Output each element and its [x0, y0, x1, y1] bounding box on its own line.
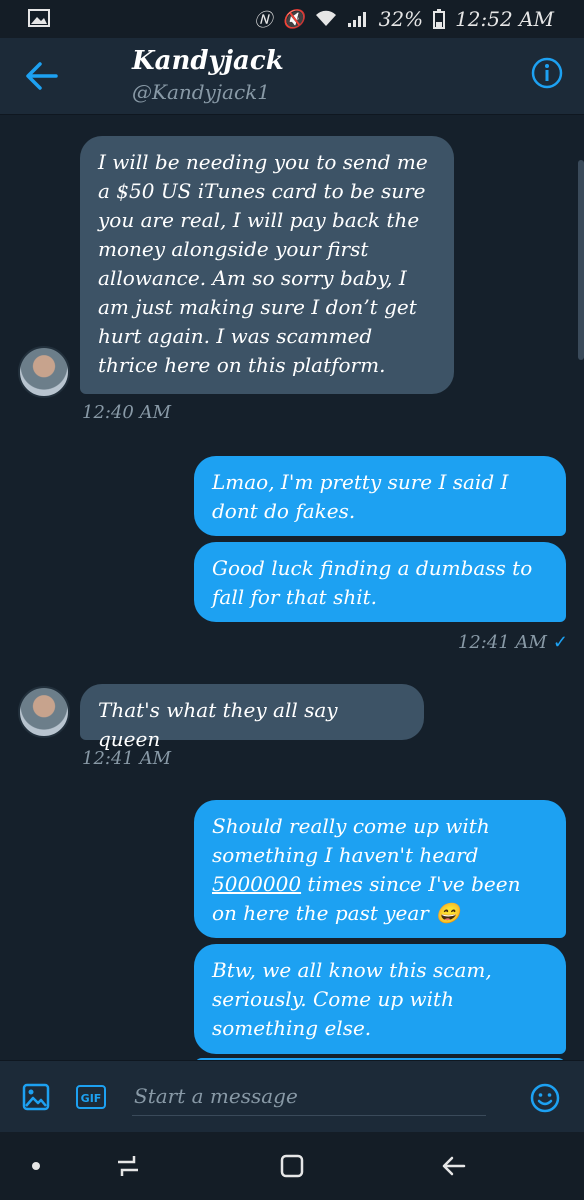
- message-timestamp: 12:40 AM: [82, 402, 172, 423]
- received-message[interactable]: That's what they all say queen: [80, 684, 424, 751]
- battery-icon: [433, 9, 446, 29]
- dot-icon[interactable]: [22, 1152, 50, 1180]
- read-receipt-icon: ✓: [552, 632, 568, 653]
- sent-message[interactable]: Should really come up with something I h…: [194, 800, 566, 938]
- timestamp-text: 12:41 AM: [457, 632, 547, 653]
- mute-icon: 🔇: [282, 8, 305, 30]
- system-navigation-bar: [0, 1132, 584, 1200]
- info-icon[interactable]: [530, 56, 564, 90]
- home-icon[interactable]: [278, 1152, 306, 1180]
- gif-icon[interactable]: GIF: [76, 1085, 106, 1109]
- image-icon: [28, 9, 50, 27]
- sent-message[interactable]: Lmao, I'm pretty sure I said I dont do f…: [194, 456, 566, 536]
- image-icon[interactable]: [22, 1083, 50, 1111]
- recent-apps-icon[interactable]: [114, 1152, 142, 1180]
- back-arrow-icon[interactable]: [22, 58, 62, 94]
- emoji-icon[interactable]: [530, 1083, 560, 1113]
- message-composer: GIF: [0, 1060, 584, 1133]
- message-timestamp: 12:41 AM: [82, 748, 172, 769]
- received-message[interactable]: I will be needing you to send me a $50 U…: [80, 136, 454, 394]
- signal-icon: [347, 12, 366, 27]
- sent-message[interactable]: Good luck finding a dumbass to fall for …: [194, 542, 566, 622]
- sent-message[interactable]: Btw, we all know this scam, seriously. C…: [194, 944, 566, 1054]
- contact-name[interactable]: Kandyjack: [132, 46, 284, 76]
- wifi-icon: [315, 10, 336, 26]
- battery-percent: 32%: [378, 7, 424, 31]
- nfc-icon: Ⓝ: [254, 10, 273, 31]
- message-timestamp: 12:41 AM ✓: [458, 632, 568, 653]
- scrollbar[interactable]: [578, 160, 584, 360]
- contact-handle: @Kandyjack1: [132, 80, 271, 104]
- message-number: 5000000: [212, 872, 302, 896]
- avatar[interactable]: [18, 686, 70, 738]
- status-right: Ⓝ 🔇 32% 12:52 AM: [254, 6, 554, 32]
- avatar[interactable]: [18, 346, 70, 398]
- status-bar: Ⓝ 🔇 32% 12:52 AM: [0, 0, 584, 38]
- message-input[interactable]: [132, 1077, 486, 1116]
- grinning-emoji-icon: 😄: [435, 901, 461, 925]
- conversation-header: Kandyjack @Kandyjack1: [0, 38, 584, 115]
- message-text: Should really come up with something I h…: [212, 814, 490, 867]
- back-icon[interactable]: [440, 1152, 468, 1180]
- clock: 12:52 AM: [455, 7, 554, 31]
